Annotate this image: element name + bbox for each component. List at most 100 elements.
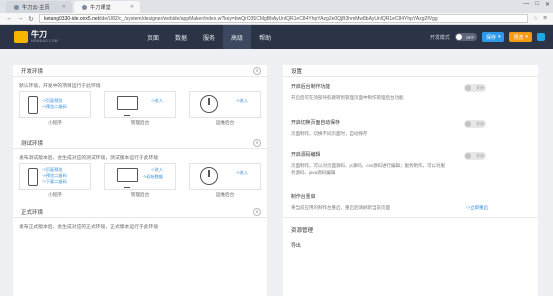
browser-tab-home[interactable]: 牛刀云-主页 ✕ <box>6 1 72 13</box>
enter-link[interactable]: ->进入 <box>151 98 163 104</box>
forward-icon[interactable]: → <box>17 15 24 22</box>
settings-header: 设置 <box>283 65 538 77</box>
minimize-icon[interactable]: — <box>523 1 529 8</box>
logo-text: 牛刀 <box>31 30 47 39</box>
section-title: 资源管理 <box>291 228 314 234</box>
prod-env-header[interactable]: 正式环境 ∨ <box>13 206 267 218</box>
preview-button[interactable]: 预览 ▾ <box>509 32 532 42</box>
save-button[interactable]: 保存 ▾ <box>481 32 505 42</box>
close-tab-icon[interactable]: ✕ <box>130 4 134 10</box>
caret-down-icon: ▾ <box>525 34 528 40</box>
section-desc: 默认环境，开发中的项目运行于此环境 <box>19 84 101 89</box>
restart-now-link[interactable]: ->立即重启 <box>466 205 488 211</box>
tab-label: 牛刀课堂 <box>90 4 111 11</box>
chevron-down-icon[interactable]: ∨ <box>253 139 261 147</box>
section-title: 开发环境 <box>21 68 44 75</box>
card-caption: 小程序 <box>48 192 62 197</box>
logo[interactable]: 牛刀 NEWDAO.COM <box>14 31 109 43</box>
gauge-icon <box>200 95 218 113</box>
setting-title: 开启后台制作功能 <box>291 85 331 90</box>
section-title: 设置 <box>291 68 303 75</box>
favicon-icon <box>82 4 87 10</box>
setting-switch[interactable]: 关闭 <box>464 120 486 128</box>
setting-autosave: 开启切换页面自动保存 页面制作，切换不同页面时，自动保存 关闭 <box>283 113 538 145</box>
nav-advanced[interactable]: 高级 <box>223 25 252 49</box>
url-field[interactable]: ketang0330-ide.onx5.net /ide/U82/c_/syst… <box>39 14 528 23</box>
enter-link[interactable]: ->进入 <box>151 167 163 173</box>
ox-logo-icon <box>14 31 28 43</box>
save-label: 保存 <box>485 34 496 41</box>
setting-desc: 页面制作，切换不同页面时，自动保存 <box>291 131 368 136</box>
setting-switch[interactable]: 关闭 <box>464 152 486 160</box>
back-icon[interactable]: ← <box>6 15 13 22</box>
card-admin[interactable]: ->进入 <box>104 91 176 118</box>
chevron-down-icon[interactable]: ∨ <box>253 67 261 75</box>
setting-desc: 开启后可在顶部导航跳转到管理页面中制作管理后台功能 <box>291 95 404 100</box>
window-controls: — □ ✕ <box>523 1 550 8</box>
bookmark-star-icon[interactable]: ☆ <box>533 15 538 22</box>
close-tab-icon[interactable]: ✕ <box>62 4 66 10</box>
maximize-icon[interactable]: □ <box>535 1 539 8</box>
content-area: 开发环境 ∨ 默认环境，开发中的项目运行于此环境 ->页面预览 ->预览二维码 … <box>0 49 553 296</box>
dev-env-header[interactable]: 开发环境 ∨ <box>13 65 267 77</box>
test-env-header[interactable]: 测试环境 ∨ <box>13 137 267 149</box>
nav-page[interactable]: 页面 <box>139 25 167 49</box>
tab-label: 牛刀云-主页 <box>22 4 50 11</box>
preview-qrcode-link[interactable]: ->预览二维码 <box>42 104 67 110</box>
test-env-cards: ->页面预览 ->预览二维码 ->下载二维码 ->进入 ->初始数据 ->进入 <box>13 163 267 190</box>
card-admin[interactable]: ->进入 ->初始数据 <box>104 163 176 190</box>
dev-mode-toggle[interactable]: OFF <box>454 33 477 41</box>
caret-down-icon: ▾ <box>497 34 501 40</box>
browser-tab-bar: 牛刀云-主页 ✕ 牛刀课堂 ✕ — □ ✕ <box>0 0 553 13</box>
card-ops[interactable]: ->进入 <box>189 163 261 190</box>
section-title: 正式环境 <box>21 209 44 216</box>
card-captions: 小程序 管理后台 运维后台 <box>13 118 267 128</box>
card-caption: 运维后台 <box>215 192 235 197</box>
nav-service[interactable]: 服务 <box>195 25 223 49</box>
header-actions: 开发模式 OFF 保存 ▾ 预览 ▾ <box>430 25 545 49</box>
browser-menu-icon[interactable]: ≡ <box>543 15 547 22</box>
dev-mode-label: 开发模式 <box>429 34 450 41</box>
download-qrcode-link[interactable]: ->下载二维码 <box>42 179 67 185</box>
setting-title: 制作台重启 <box>291 195 316 200</box>
export-label[interactable]: 导出 <box>291 236 530 249</box>
url-path: /ide/U82/c_/system/designer/webide/appMa… <box>99 15 438 22</box>
card-caption: 管理后台 <box>130 192 150 197</box>
nav-data[interactable]: 数据 <box>167 25 195 49</box>
setting-restart: 制作台重启 将当前应用的制作台重启，重启后请刷新当前页面 ->立即重启 <box>283 187 538 217</box>
section-desc: 发布正式版本后，会生成对应的正式环境，正式版本运行于此环境 <box>19 225 159 230</box>
setting-desc: 将当前应用的制作台重启，重启后请刷新当前页面 <box>291 205 390 210</box>
app-header: 牛刀 NEWDAO.COM 页面 数据 服务 高级 帮助 开发模式 OFF 保存… <box>0 25 553 49</box>
enter-link[interactable]: ->进入 <box>236 170 248 176</box>
card-miniprogram[interactable]: ->页面预览 ->预览二维码 ->下载二维码 <box>19 163 91 190</box>
gauge-icon <box>200 167 218 185</box>
setting-title: 开启源码编辑 <box>291 153 321 158</box>
settings-panel: 设置 开启后台制作功能 开启后可在顶部导航跳转到管理页面中制作管理后台功能 关闭… <box>283 65 538 296</box>
init-data-link[interactable]: ->初始数据 <box>142 174 163 180</box>
resource-header: 资源管理 <box>283 224 538 236</box>
main-nav: 页面 数据 服务 高级 帮助 <box>139 25 279 49</box>
card-captions: 小程序 管理后台 运维后台 <box>13 190 267 200</box>
section-desc: 发布测试版本后，会生成对应的测试环境，测试版本运行于此环境 <box>19 156 159 161</box>
card-caption: 管理后台 <box>130 120 150 125</box>
card-ops[interactable]: ->进入 <box>189 91 261 118</box>
preview-label: 预览 <box>513 34 524 41</box>
chevron-down-icon[interactable]: ∨ <box>253 208 261 216</box>
card-miniprogram[interactable]: ->页面预览 ->预览二维码 <box>19 91 91 118</box>
section-title: 测试环境 <box>21 140 44 147</box>
monitor-icon <box>117 168 138 188</box>
card-caption: 小程序 <box>48 120 62 125</box>
enter-link[interactable]: ->进入 <box>236 98 248 104</box>
setting-switch[interactable]: 关闭 <box>464 84 486 92</box>
browser-tab-ketang[interactable]: 牛刀课堂 ✕ <box>74 1 140 13</box>
setting-admin-builder: 开启后台制作功能 开启后可在顶部导航跳转到管理页面中制作管理后台功能 关闭 <box>283 77 538 113</box>
user-avatar-icon[interactable] <box>537 33 545 41</box>
export-row: 导出 <box>283 236 538 249</box>
close-icon[interactable]: ✕ <box>545 1 550 8</box>
dev-env-cards: ->页面预览 ->预览二维码 ->进入 ->进入 <box>13 91 267 118</box>
environment-panel: 开发环境 ∨ 默认环境，开发中的项目运行于此环境 ->页面预览 ->预览二维码 … <box>13 65 267 296</box>
nav-help[interactable]: 帮助 <box>251 25 279 49</box>
reload-icon[interactable]: ↻ <box>28 15 34 23</box>
card-caption: 运维后台 <box>215 120 235 125</box>
setting-title: 开启切换页面自动保存 <box>291 121 340 126</box>
